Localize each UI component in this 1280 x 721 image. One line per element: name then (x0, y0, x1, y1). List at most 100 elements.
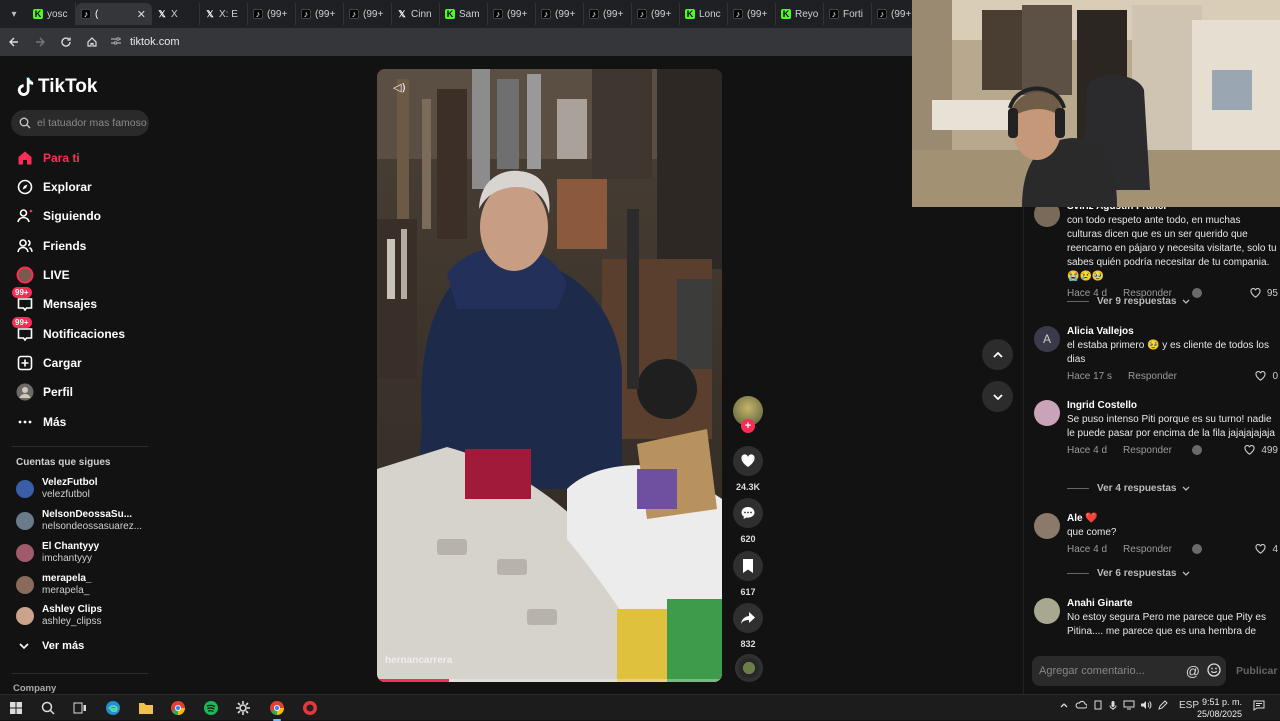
video-progress-bar[interactable] (377, 679, 722, 682)
browser-tab[interactable]: ♪ (✕ (76, 3, 152, 25)
nav-item-live[interactable]: LIVE (16, 265, 70, 285)
search-input[interactable]: el tatuador mas famoso (11, 110, 149, 136)
avatar[interactable] (1034, 207, 1060, 227)
sound-disc[interactable] (735, 654, 763, 682)
spotify-icon[interactable] (202, 699, 220, 717)
nav-item-perfil[interactable]: Perfil (16, 382, 73, 402)
comment-author[interactable]: Sviriz Agustin Franci (1067, 207, 1278, 213)
tray-chevron-up-icon[interactable] (1059, 700, 1069, 713)
pen-icon[interactable] (1158, 700, 1168, 713)
windows-start-icon[interactable] (7, 699, 25, 717)
forward-button[interactable] (28, 30, 52, 54)
volume-icon[interactable] (1140, 700, 1152, 713)
see-more-button[interactable]: Ver más (16, 640, 84, 652)
comment-input[interactable]: Agregar comentario... @ (1032, 656, 1226, 686)
comment-author[interactable]: Ale ❤️ (1067, 513, 1278, 525)
browser-tab[interactable]: ♪ (99+ (344, 3, 392, 25)
browser-tab[interactable]: ♪ (99+ (728, 3, 776, 25)
nav-item-siguiendo[interactable]: Siguiendo (16, 206, 101, 226)
previous-video-button[interactable] (982, 339, 1013, 370)
follow-button[interactable]: + (741, 419, 755, 433)
monitor-icon[interactable] (1123, 700, 1135, 713)
app-icon[interactable] (301, 699, 319, 717)
view-replies-button[interactable]: Ver 4 respuestas (1067, 483, 1191, 494)
comment-action[interactable]: 620 (733, 498, 763, 544)
tiktok-logo[interactable]: TikTok (16, 76, 97, 98)
onedrive-icon[interactable] (1075, 700, 1088, 713)
followed-account[interactable]: Ashley Clips ashley_clipss (16, 603, 102, 629)
view-replies-button[interactable]: Ver 6 respuestas (1067, 568, 1191, 579)
device-icon[interactable] (1093, 700, 1103, 713)
nav-item-para-ti[interactable]: Para ti (16, 148, 80, 168)
file-explorer-icon[interactable] (137, 699, 155, 717)
video-author[interactable]: hernancarrera (385, 655, 452, 666)
video-player[interactable]: ◁) hernancarrera (377, 69, 722, 682)
browser-tab[interactable]: ♪ (99+ (296, 3, 344, 25)
task-view-icon[interactable] (71, 699, 89, 717)
back-button[interactable] (2, 30, 26, 54)
avatar[interactable]: A (1034, 326, 1060, 352)
browser-tab[interactable]: ♪ (99+ (248, 3, 296, 25)
browser-tab[interactable]: ♪ Forti (824, 3, 872, 25)
notification-center-icon[interactable] (1253, 700, 1265, 714)
browser-tab[interactable]: K Reyo (776, 3, 824, 25)
followed-account[interactable]: NelsonDeossaSu... nelsondeossasuarez... (16, 508, 142, 534)
clock[interactable]: 9:51 p. m. 25/08/2025 (1197, 696, 1242, 720)
browser-tab[interactable]: K Sam (440, 3, 488, 25)
share-action[interactable]: 832 (733, 603, 763, 649)
followed-account[interactable]: VelezFutbol velezfutbol (16, 476, 98, 502)
reload-button[interactable] (54, 30, 78, 54)
url-field[interactable]: tiktok.com (110, 31, 180, 53)
followed-account[interactable]: El Chantyyy imchantyyy (16, 540, 99, 566)
comment-author[interactable]: Anahi Ginarte (1067, 598, 1278, 610)
view-replies-button[interactable]: Ver 9 respuestas (1067, 296, 1191, 307)
next-video-button[interactable] (982, 381, 1013, 412)
avatar[interactable] (1034, 598, 1060, 624)
nav-item-m-s[interactable]: Más (16, 412, 66, 432)
browser-tab[interactable]: ♪ (99+ (488, 3, 536, 25)
browser-tab[interactable]: 𝕏 X: E (200, 3, 248, 25)
reply-button[interactable]: Responder (1123, 445, 1172, 456)
comment-author[interactable]: Alicia Vallejos (1067, 326, 1278, 338)
save-action[interactable]: 617 (733, 551, 763, 597)
publish-button[interactable]: Publicar (1236, 665, 1277, 677)
reply-button[interactable]: Responder (1128, 371, 1177, 382)
browser-tab[interactable]: ♪ (99+ (632, 3, 680, 25)
comment-author[interactable]: Ingrid Costello (1067, 400, 1278, 412)
comment-like-button[interactable]: 95 (1250, 288, 1278, 299)
comment-like-button[interactable]: 0 (1255, 371, 1278, 382)
save-button[interactable] (733, 551, 763, 581)
browser-tab[interactable]: ♪ (99+ (584, 3, 632, 25)
browser-tab[interactable]: 𝕏X (152, 3, 200, 25)
chrome-active-icon[interactable] (268, 699, 286, 721)
comment-button[interactable] (733, 498, 763, 528)
nav-item-explorar[interactable]: Explorar (16, 177, 92, 197)
nav-item-notificaciones[interactable]: 99+ Notificaciones (12, 317, 125, 344)
mention-button[interactable]: @ (1186, 663, 1200, 679)
comment-like-button[interactable]: 499 (1244, 445, 1278, 456)
tab-search-menu-button[interactable]: ▾ (0, 0, 28, 28)
nav-item-mensajes[interactable]: 99+ Mensajes (12, 287, 97, 314)
like-button[interactable] (733, 446, 763, 476)
microphone-icon[interactable] (1108, 700, 1118, 714)
nav-item-cargar[interactable]: Cargar (16, 353, 82, 373)
share-button[interactable] (733, 603, 763, 633)
browser-tab[interactable]: K Lonc (680, 3, 728, 25)
like-action[interactable]: 24.3K (733, 446, 763, 492)
tab-close-icon[interactable]: ✕ (137, 8, 146, 21)
home-button[interactable] (80, 30, 104, 54)
chrome-icon[interactable] (169, 699, 187, 717)
nav-item-friends[interactable]: Friends (16, 236, 86, 256)
followed-account[interactable]: merapela_ merapela_ (16, 572, 91, 598)
edge-icon[interactable] (104, 699, 122, 717)
company-link[interactable]: Company (13, 683, 56, 694)
browser-tab[interactable]: Kyosc (28, 3, 76, 25)
search-icon[interactable] (39, 699, 57, 717)
avatar[interactable] (1034, 513, 1060, 539)
settings-gear-icon[interactable] (234, 699, 252, 717)
reply-button[interactable]: Responder (1123, 544, 1172, 555)
comment-like-button[interactable]: 4 (1255, 544, 1278, 555)
browser-tab[interactable]: 𝕏 Cinn (392, 3, 440, 25)
browser-tab[interactable]: ♪ (99+ (536, 3, 584, 25)
site-info-icon[interactable] (110, 36, 122, 49)
